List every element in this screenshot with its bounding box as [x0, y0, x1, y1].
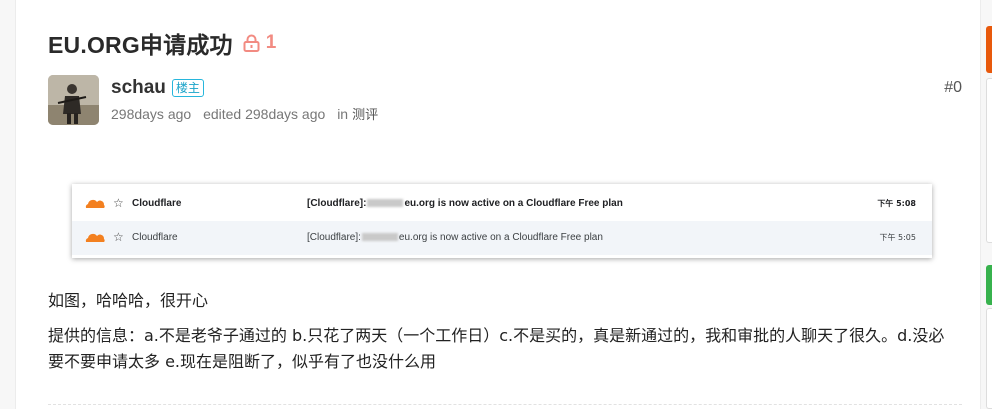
sidebar-edge-orange [986, 26, 992, 73]
subject-prefix: [Cloudflare]: [307, 232, 361, 243]
author-name[interactable]: schau [111, 77, 166, 99]
category-prefix: in [337, 106, 349, 122]
author-row: schau 楼主 [111, 77, 204, 99]
redaction-blur [367, 199, 404, 207]
email-time: 下午 5:08 [877, 199, 916, 208]
email-subject: [Cloudflare]: eu.org is now active on a C… [307, 232, 603, 243]
email-row: ☆ Cloudflare [Cloudflare]: eu.org is now … [72, 221, 932, 255]
email-time: 下午 5:05 [879, 233, 916, 242]
lock-count: 1 [265, 32, 277, 53]
lock-icon [243, 34, 260, 52]
floor-number[interactable]: #0 [944, 79, 962, 97]
sidebar-edge-light [986, 308, 992, 409]
subject-prefix: [Cloudflare]: [307, 198, 367, 209]
email-subject: [Cloudflare]: eu.org is now active on a C… [307, 198, 623, 209]
sidebar-edge-gray [986, 78, 992, 243]
email-sender: Cloudflare [132, 198, 182, 209]
title-row: EU.ORG申请成功 1 [48, 26, 276, 60]
post-meta: 298days ago edited 298days ago in 测评 [111, 104, 378, 123]
redaction-blur [361, 233, 398, 241]
avatar[interactable] [48, 75, 99, 125]
email-screenshot: ☆ Cloudflare [Cloudflare]: eu.org is now … [72, 184, 932, 258]
cloudflare-icon [85, 199, 105, 208]
post-paragraph: 如图，哈哈哈，很开心 [48, 291, 209, 310]
email-row: ☆ Cloudflare [Cloudflare]: eu.org is now … [72, 187, 932, 221]
star-icon: ☆ [113, 230, 124, 244]
star-icon: ☆ [113, 196, 124, 210]
edited-time: edited 298days ago [203, 106, 326, 122]
op-badge: 楼主 [171, 79, 204, 97]
cloudflare-icon [85, 233, 105, 242]
post-card: EU.ORG申请成功 1 schau 楼主 298days ago edited… [15, 0, 981, 409]
divider [48, 404, 962, 405]
sidebar-edge-green [986, 265, 992, 305]
subject-suffix: eu.org is now active on a Cloudflare Fre… [398, 232, 603, 243]
lock-indicator[interactable]: 1 [243, 32, 277, 54]
subject-suffix: eu.org is now active on a Cloudflare Fre… [404, 198, 623, 209]
category-link[interactable]: 测评 [352, 108, 378, 123]
topic-title: EU.ORG申请成功 [48, 32, 233, 58]
post-paragraph: 提供的信息：a.不是老爷子通过的 b.只花了两天（一个工作日）c.不是买的，真是… [48, 326, 945, 371]
email-sender: Cloudflare [132, 232, 178, 243]
created-time: 298days ago [111, 106, 192, 122]
